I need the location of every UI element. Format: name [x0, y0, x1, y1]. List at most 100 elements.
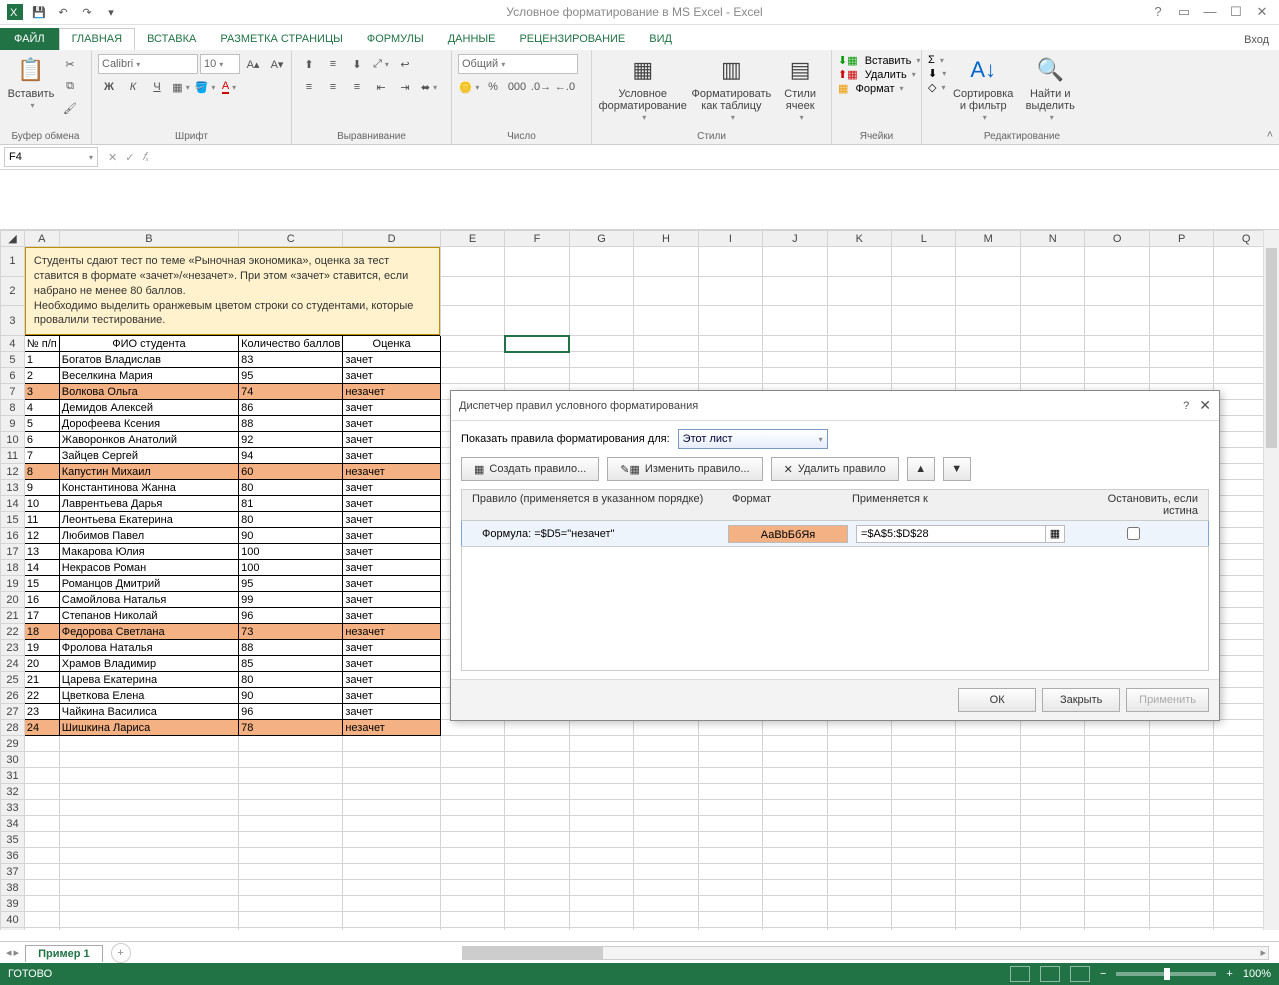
- undo-icon[interactable]: ↶: [52, 1, 74, 23]
- cell[interactable]: [956, 928, 1020, 930]
- cell[interactable]: [569, 800, 633, 816]
- cell[interactable]: 3: [24, 384, 59, 400]
- cell[interactable]: [698, 928, 762, 930]
- row-header[interactable]: 12: [1, 464, 25, 480]
- format-painter-icon[interactable]: 🖌: [60, 98, 80, 118]
- cell[interactable]: зачет: [343, 400, 440, 416]
- cell[interactable]: [1020, 928, 1084, 930]
- cell[interactable]: [956, 247, 1020, 277]
- cell[interactable]: [1085, 848, 1149, 864]
- cell[interactable]: [59, 784, 238, 800]
- row-header[interactable]: 37: [1, 864, 25, 880]
- cell-styles-button[interactable]: ▤Стили ячеек▾: [775, 54, 825, 123]
- cell[interactable]: [634, 736, 698, 752]
- cell[interactable]: [1149, 880, 1213, 896]
- cell[interactable]: [1149, 736, 1213, 752]
- cell[interactable]: 17: [24, 608, 59, 624]
- cell[interactable]: [59, 816, 238, 832]
- cell[interactable]: [698, 352, 762, 368]
- cell[interactable]: [440, 247, 504, 277]
- cell[interactable]: [698, 752, 762, 768]
- cell[interactable]: [1149, 306, 1213, 336]
- cell[interactable]: [892, 896, 956, 912]
- cell[interactable]: зачет: [343, 368, 440, 384]
- cell[interactable]: [505, 768, 569, 784]
- cell[interactable]: Храмов Владимир: [59, 656, 238, 672]
- cell[interactable]: 78: [239, 720, 343, 736]
- grow-font-icon[interactable]: A▴: [242, 54, 264, 74]
- cell[interactable]: 1: [24, 352, 59, 368]
- col-header-L[interactable]: L: [892, 231, 956, 247]
- cell[interactable]: [634, 752, 698, 768]
- col-header-E[interactable]: E: [440, 231, 504, 247]
- row-header[interactable]: 20: [1, 592, 25, 608]
- cell[interactable]: [24, 736, 59, 752]
- cell[interactable]: Оценка: [343, 336, 440, 352]
- cell[interactable]: 60: [239, 464, 343, 480]
- cell[interactable]: [956, 848, 1020, 864]
- save-icon[interactable]: 💾: [28, 1, 50, 23]
- row-header[interactable]: 18: [1, 560, 25, 576]
- cell[interactable]: [634, 880, 698, 896]
- cell[interactable]: 19: [24, 640, 59, 656]
- percent-icon[interactable]: %: [482, 77, 504, 97]
- cell[interactable]: Федорова Светлана: [59, 624, 238, 640]
- cell[interactable]: 88: [239, 640, 343, 656]
- row-header[interactable]: 2: [1, 276, 25, 306]
- delete-cells-icon[interactable]: ⬆▦: [838, 68, 858, 81]
- add-sheet-button[interactable]: +: [111, 943, 131, 963]
- cell[interactable]: [827, 306, 891, 336]
- cell[interactable]: [634, 832, 698, 848]
- cell[interactable]: [343, 752, 440, 768]
- cell[interactable]: [634, 306, 698, 336]
- cell[interactable]: [634, 720, 698, 736]
- cell[interactable]: 23: [24, 704, 59, 720]
- cell[interactable]: [698, 800, 762, 816]
- col-header-D[interactable]: D: [343, 231, 440, 247]
- cell[interactable]: Царева Екатерина: [59, 672, 238, 688]
- row-header[interactable]: 17: [1, 544, 25, 560]
- tab-review[interactable]: РЕЦЕНЗИРОВАНИЕ: [507, 29, 637, 50]
- cell[interactable]: Жаворонков Анатолий: [59, 432, 238, 448]
- cell[interactable]: Капустин Михаил: [59, 464, 238, 480]
- cell[interactable]: [698, 816, 762, 832]
- cell[interactable]: зачет: [343, 528, 440, 544]
- cell[interactable]: [59, 768, 238, 784]
- row-header[interactable]: 39: [1, 896, 25, 912]
- cell[interactable]: [440, 928, 504, 930]
- cell[interactable]: [1085, 736, 1149, 752]
- col-header-K[interactable]: K: [827, 231, 891, 247]
- cell[interactable]: [239, 864, 343, 880]
- row-header[interactable]: 26: [1, 688, 25, 704]
- cell[interactable]: [763, 784, 827, 800]
- cell[interactable]: [1149, 720, 1213, 736]
- cell[interactable]: 85: [239, 656, 343, 672]
- name-box[interactable]: F4▾: [4, 147, 98, 167]
- cell[interactable]: [827, 247, 891, 277]
- cell[interactable]: [569, 352, 633, 368]
- align-middle-icon[interactable]: ≡: [322, 54, 344, 74]
- cell[interactable]: [892, 276, 956, 306]
- cell[interactable]: [763, 368, 827, 384]
- cell[interactable]: [440, 784, 504, 800]
- row-header[interactable]: 36: [1, 848, 25, 864]
- cell[interactable]: [1149, 784, 1213, 800]
- dialog-help-icon[interactable]: ?: [1183, 400, 1189, 412]
- tab-home[interactable]: ГЛАВНАЯ: [59, 28, 135, 51]
- cell[interactable]: [698, 784, 762, 800]
- cell[interactable]: [1085, 720, 1149, 736]
- cell[interactable]: [440, 352, 504, 368]
- row-header[interactable]: 1: [1, 247, 25, 277]
- cell[interactable]: [59, 896, 238, 912]
- cell[interactable]: [1020, 336, 1084, 352]
- cell[interactable]: [892, 736, 956, 752]
- cell[interactable]: [698, 896, 762, 912]
- cell[interactable]: [239, 816, 343, 832]
- cell[interactable]: [569, 336, 633, 352]
- align-top-icon[interactable]: ⬆: [298, 54, 320, 74]
- tab-insert[interactable]: ВСТАВКА: [135, 29, 208, 50]
- cell[interactable]: [24, 800, 59, 816]
- cell[interactable]: зачет: [343, 704, 440, 720]
- merge-icon[interactable]: ⬌▾: [418, 77, 440, 97]
- cell[interactable]: [24, 896, 59, 912]
